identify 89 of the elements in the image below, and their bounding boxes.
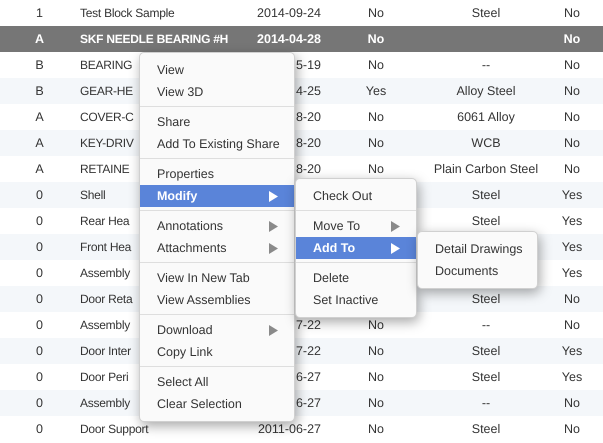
table-cell: 0 bbox=[36, 344, 43, 358]
table-cell: BEARING bbox=[80, 58, 132, 72]
table-cell: Assembly bbox=[80, 266, 130, 280]
table-cell: No bbox=[368, 318, 384, 332]
table-cell: No bbox=[368, 396, 384, 410]
table-cell: No bbox=[368, 370, 384, 384]
table-cell: Yes bbox=[562, 344, 582, 358]
table-cell: Test Block Sample bbox=[80, 6, 174, 20]
table-cell: WCB bbox=[471, 136, 501, 150]
table-cell: Steel bbox=[472, 6, 500, 20]
table-cell: COVER-C bbox=[80, 110, 134, 124]
table-cell: Shell bbox=[80, 188, 106, 202]
table-cell: 0 bbox=[36, 422, 43, 436]
table-cell: 4-25 bbox=[296, 84, 321, 98]
table-cell: 0 bbox=[36, 214, 43, 228]
table-cell: Assembly bbox=[80, 318, 130, 332]
table-cell: 8-20 bbox=[296, 162, 321, 176]
table-cell: 7-22 bbox=[296, 344, 321, 358]
table-cell: Door Inter bbox=[80, 344, 131, 358]
table-cell: -- bbox=[482, 396, 490, 410]
table-cell: Steel bbox=[472, 344, 500, 358]
table-cell: No bbox=[564, 58, 580, 72]
table-cell: Plain Carbon Steel bbox=[434, 162, 538, 176]
table-cell: 0 bbox=[36, 292, 43, 306]
table-cell: B bbox=[35, 84, 44, 98]
table-cell: Yes bbox=[562, 370, 582, 384]
table-cell: No bbox=[564, 136, 580, 150]
table-cell: 2011-06-27 bbox=[258, 422, 321, 436]
table-cell: 2014-04-28 bbox=[257, 32, 321, 46]
table-cell: 1 bbox=[36, 6, 43, 20]
table-cell: No bbox=[564, 32, 580, 46]
table-cell: No bbox=[368, 58, 384, 72]
table-cell: No bbox=[368, 6, 384, 20]
table-cell: Steel bbox=[472, 214, 500, 228]
table-cell: A bbox=[35, 136, 44, 150]
table-cell: 8-20 bbox=[296, 110, 321, 124]
table-cell: 0 bbox=[36, 266, 43, 280]
table-cell: Front Hea bbox=[80, 240, 132, 254]
table-cell: Steel bbox=[472, 370, 500, 384]
table-cell: A bbox=[35, 162, 44, 176]
table-cell: 0 bbox=[36, 318, 43, 332]
table-cell: No bbox=[564, 318, 580, 332]
table-cell: No bbox=[564, 6, 580, 20]
table-cell: No bbox=[564, 292, 580, 306]
table-cell: Door Reta bbox=[80, 292, 132, 306]
table-cell: Steel bbox=[472, 188, 500, 202]
table-cell: No bbox=[368, 136, 384, 150]
table-cell: Assembly bbox=[80, 396, 130, 410]
table-cell: 0 bbox=[36, 240, 43, 254]
table-cell: 6-27 bbox=[296, 370, 321, 384]
table-cell: 8-20 bbox=[296, 136, 321, 150]
table-cell: B bbox=[35, 58, 44, 72]
table-cell: No bbox=[564, 396, 580, 410]
table-cell: A bbox=[34, 32, 44, 46]
table-cell: No bbox=[564, 110, 580, 124]
table-cell: No bbox=[564, 422, 580, 436]
table-cell: No bbox=[368, 422, 384, 436]
table-cell: 0 bbox=[36, 370, 43, 384]
table-cell: Alloy Steel bbox=[456, 84, 516, 98]
table-cell: 0 bbox=[36, 396, 43, 410]
table-cell: 0 bbox=[36, 188, 43, 202]
table-cell: No bbox=[564, 162, 580, 176]
table-cell: Yes bbox=[366, 84, 386, 98]
table-cell: Yes bbox=[562, 266, 582, 280]
table-cell: 5-19 bbox=[296, 58, 321, 72]
table-cell: No bbox=[368, 344, 384, 358]
table-cell: Yes bbox=[562, 214, 582, 228]
table-cell: -- bbox=[482, 318, 490, 332]
table-cell: Rear Hea bbox=[80, 214, 130, 228]
table-cell: 6061 Alloy bbox=[457, 110, 515, 124]
table-cell: Door Support bbox=[80, 422, 148, 436]
table-cell: No bbox=[368, 162, 384, 176]
table-cell: Yes bbox=[562, 240, 582, 254]
table-cell: No bbox=[564, 84, 580, 98]
table-cell: No bbox=[368, 32, 384, 46]
table-cell: GEAR-HE bbox=[80, 84, 133, 98]
table-cell: A bbox=[35, 110, 44, 124]
table-cell: Yes bbox=[562, 188, 582, 202]
table-cell: 7-22 bbox=[296, 318, 321, 332]
table-cell: Door Peri bbox=[80, 370, 128, 384]
table-cell: KEY-DRIV bbox=[80, 136, 134, 150]
table-cell: SKF NEEDLE BEARING #H bbox=[80, 32, 228, 46]
table-cell: Steel bbox=[472, 292, 500, 306]
table-cell: No bbox=[368, 110, 384, 124]
table-cell: Steel bbox=[472, 422, 500, 436]
table-cell: RETAINE bbox=[80, 162, 130, 176]
table-cell: 2014-09-24 bbox=[257, 6, 321, 20]
table-cell: -- bbox=[482, 58, 490, 72]
table-cell: 6-27 bbox=[296, 396, 321, 410]
